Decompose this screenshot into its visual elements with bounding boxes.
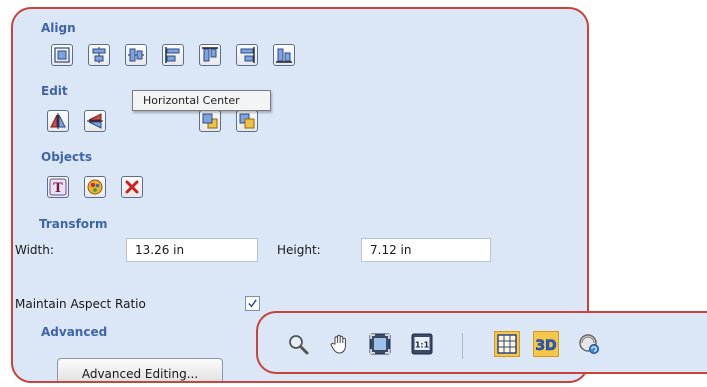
align-bottom-icon[interactable]: [273, 44, 295, 66]
bring-to-front-icon[interactable]: [199, 110, 221, 132]
flip-horizontal-icon[interactable]: [47, 110, 69, 132]
paint-tool-icon[interactable]: [84, 176, 106, 198]
toolbar-separator: [462, 333, 463, 359]
advanced-section-label: Advanced: [41, 325, 108, 339]
3d-label: 3D: [535, 338, 556, 354]
objects-section-label: Objects: [41, 150, 93, 164]
rotate-view-icon[interactable]: [576, 331, 602, 357]
align-left-icon[interactable]: [162, 44, 184, 66]
delete-icon[interactable]: [121, 176, 143, 198]
height-input[interactable]: [361, 238, 491, 262]
align-top-icon[interactable]: [199, 44, 221, 66]
send-to-back-icon[interactable]: [236, 110, 258, 132]
fit-to-window-icon[interactable]: [367, 331, 393, 357]
width-label: Width:: [15, 243, 54, 257]
height-label: Height:: [277, 243, 321, 257]
horizontal-center-tooltip: Horizontal Center: [132, 90, 271, 111]
zoom-icon[interactable]: [285, 331, 311, 357]
flip-vertical-icon[interactable]: [84, 110, 106, 132]
advanced-editing-button[interactable]: Advanced Editing...: [57, 358, 223, 381]
actual-size-label: 1:1: [415, 341, 430, 350]
text-tool-icon[interactable]: T: [47, 176, 69, 198]
maintain-aspect-ratio-checkbox[interactable]: [245, 296, 260, 311]
maintain-aspect-ratio-label: Maintain Aspect Ratio: [15, 297, 146, 311]
align-center-icon[interactable]: [51, 44, 73, 66]
grid-icon[interactable]: [494, 331, 520, 357]
align-vertical-center-icon[interactable]: [125, 44, 147, 66]
actual-size-icon[interactable]: 1:1: [409, 331, 435, 357]
3d-view-icon[interactable]: 3D: [533, 331, 559, 357]
edit-section-label: Edit: [41, 84, 68, 98]
pan-hand-icon[interactable]: [327, 331, 353, 357]
width-input[interactable]: [126, 238, 258, 262]
align-horizontal-center-icon[interactable]: [88, 44, 110, 66]
checkmark-icon: [248, 299, 257, 308]
align-section-label: Align: [41, 21, 76, 35]
align-right-icon[interactable]: [236, 44, 258, 66]
view-toolbar: 1:1 3D: [256, 311, 707, 374]
transform-section-label: Transform: [39, 217, 108, 231]
svg-text:T: T: [53, 181, 63, 196]
